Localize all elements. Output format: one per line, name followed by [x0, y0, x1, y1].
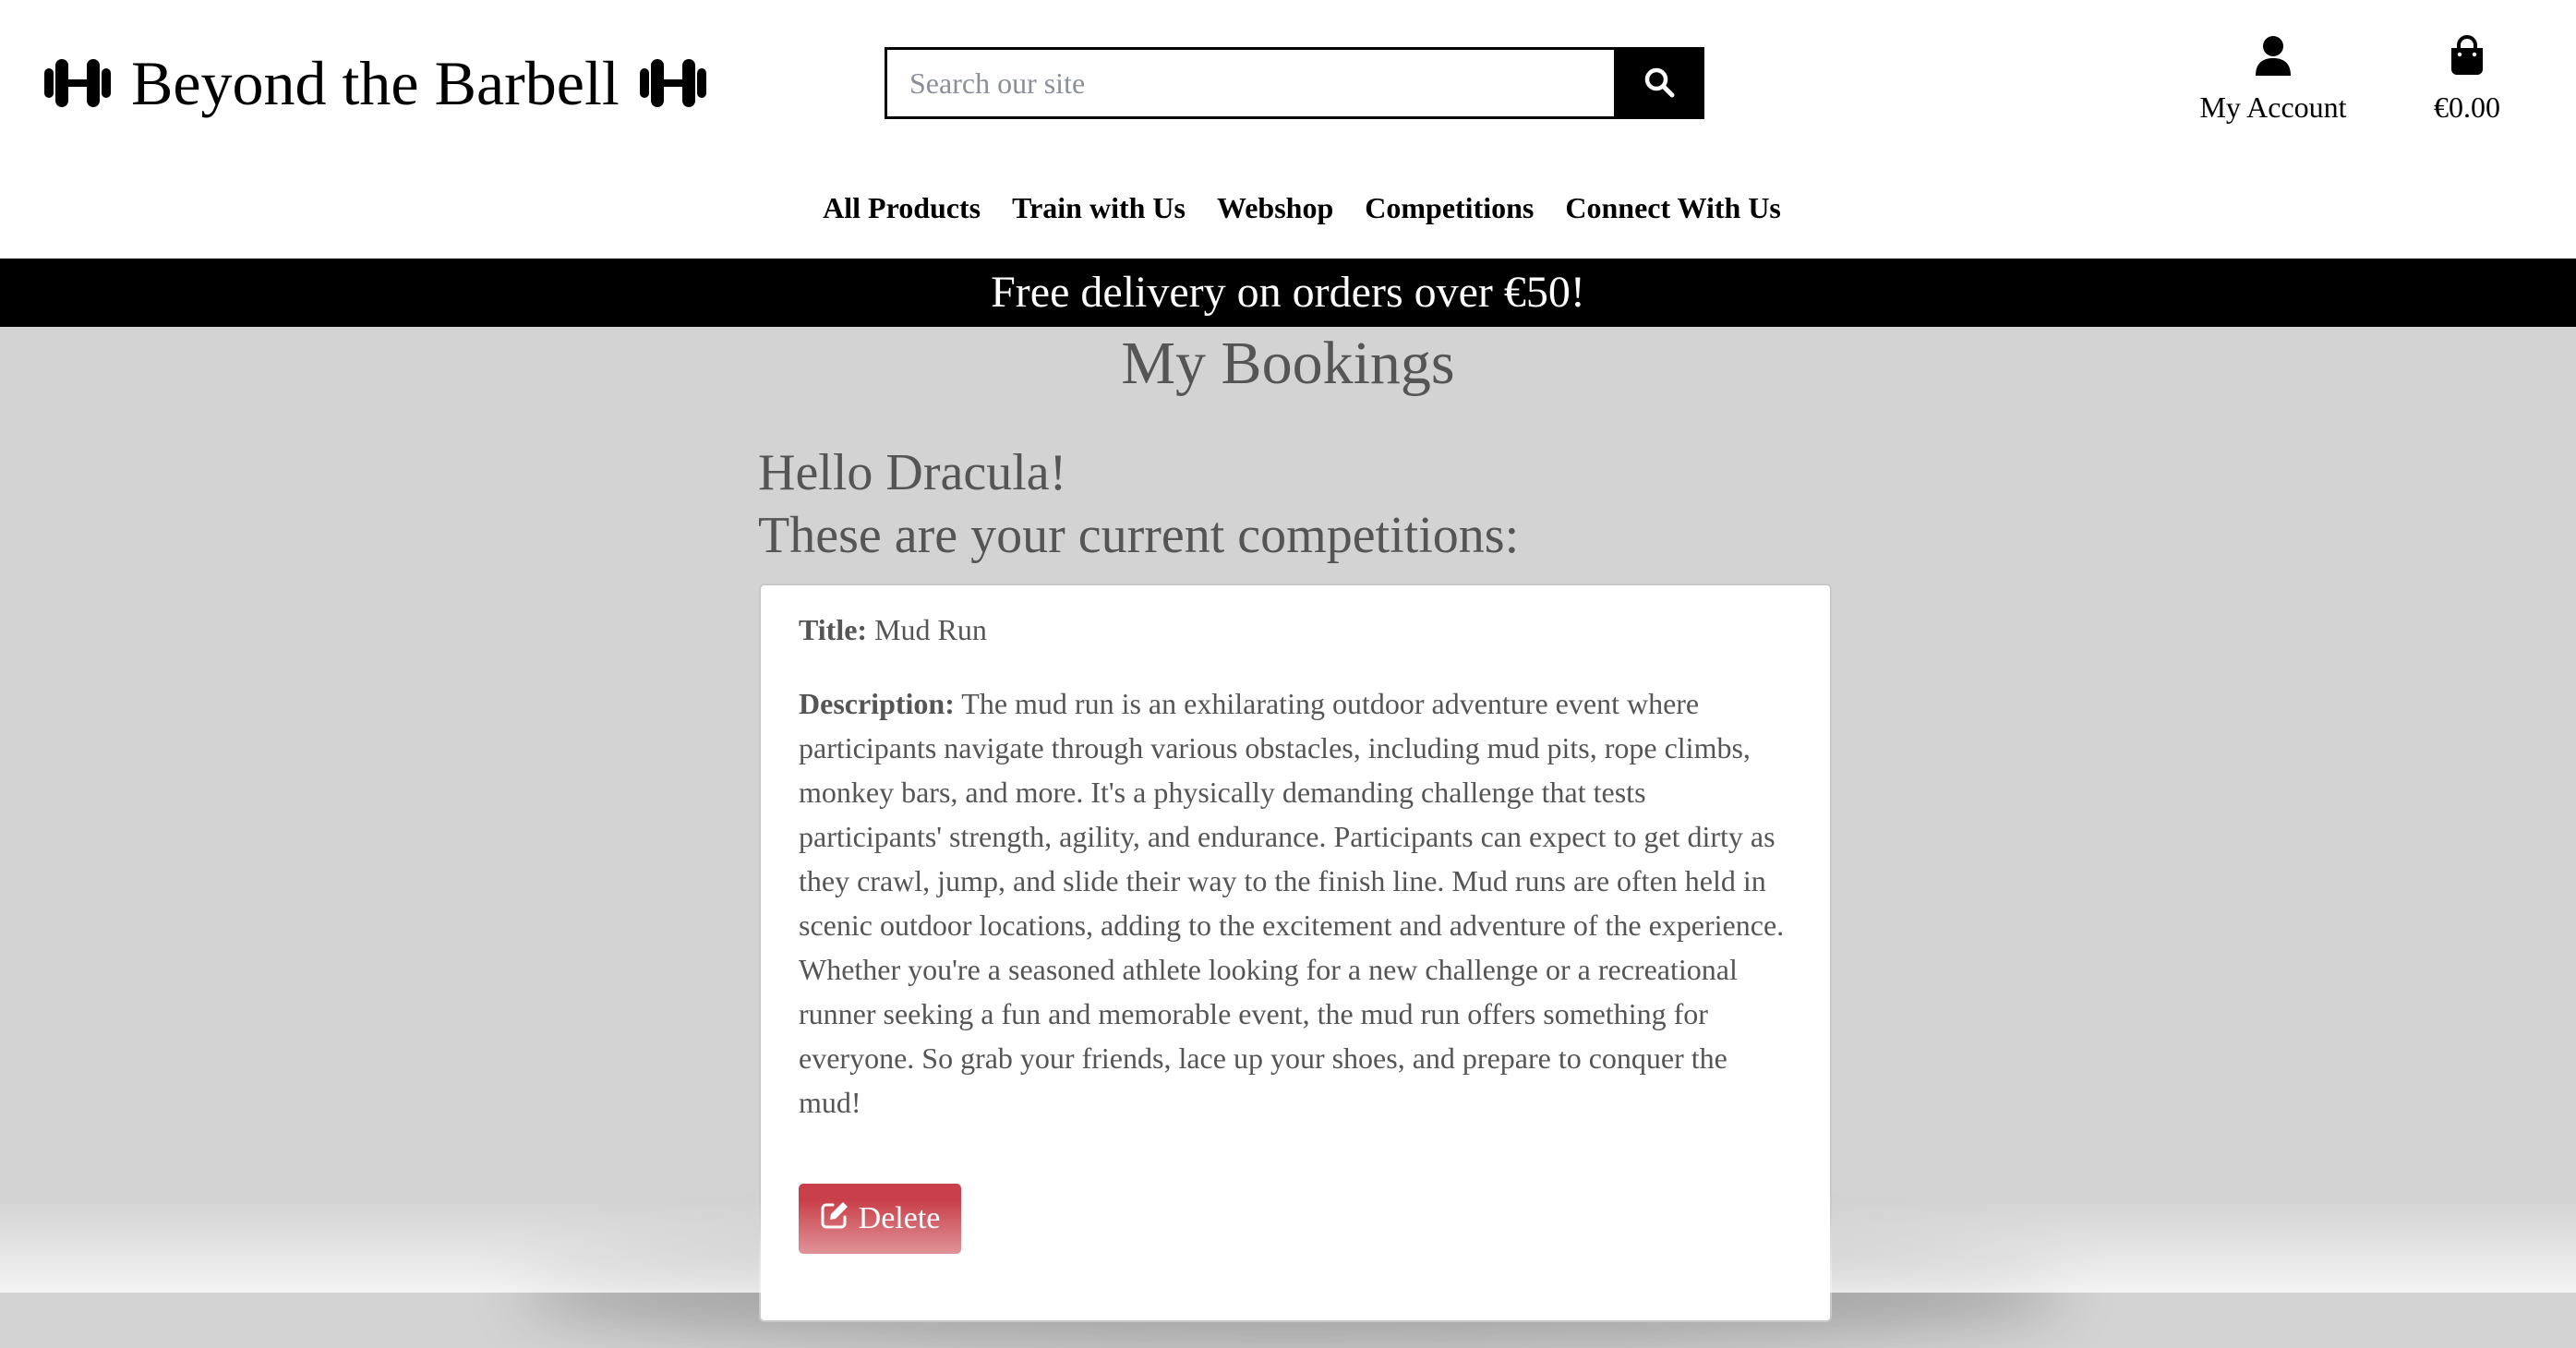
greeting-text: Hello Dracula!: [758, 444, 1067, 501]
greeting-heading: Hello Dracula! These are your current co…: [758, 441, 1958, 567]
search-icon: [1643, 66, 1676, 102]
nav-webshop[interactable]: Webshop: [1217, 185, 1333, 231]
nav-connect-with-us[interactable]: Connect With Us: [1565, 185, 1781, 231]
nav-all-products[interactable]: All Products: [823, 185, 981, 231]
edit-icon: [820, 1200, 849, 1238]
brand-name: Beyond the Barbell: [131, 48, 620, 118]
booking-title: Mud Run: [874, 613, 987, 646]
booking-card: Title: Mud Run Description: The mud run …: [759, 584, 1832, 1322]
booking-description: The mud run is an exhilarating outdoor a…: [799, 687, 1785, 1119]
search-form: [885, 47, 1704, 119]
description-label: Description:: [799, 687, 955, 720]
search-input[interactable]: [885, 47, 1614, 119]
cart-total: €0.00: [2434, 90, 2500, 124]
dumbbell-icon: [636, 55, 710, 111]
booking-title-row: Title: Mud Run: [799, 608, 1793, 652]
site-header: Beyond the Barbell Search our site My Ac…: [0, 0, 2576, 259]
delivery-banner: Free delivery on orders over €50!: [0, 259, 2576, 327]
main-nav: All Products Train with Us Webshop Compe…: [0, 185, 2576, 231]
search-button[interactable]: [1614, 47, 1704, 119]
title-label: Title:: [799, 613, 868, 646]
nav-train-with-us[interactable]: Train with Us: [1012, 185, 1186, 231]
my-account-label: My Account: [2199, 90, 2347, 124]
nav-competitions[interactable]: Competitions: [1365, 185, 1534, 231]
booking-description-row: Description: The mud run is an exhilarat…: [799, 681, 1793, 1125]
user-icon: [2255, 35, 2292, 80]
brand-logo[interactable]: Beyond the Barbell: [41, 44, 710, 122]
dumbbell-icon: [41, 55, 114, 111]
delete-label: Delete: [858, 1201, 941, 1235]
delete-button[interactable]: Delete: [799, 1184, 961, 1254]
shopping-bag-icon: [2449, 35, 2486, 80]
page-title: My Bookings: [1121, 330, 1455, 397]
my-account-link[interactable]: My Account: [2188, 35, 2358, 127]
cart-link[interactable]: €0.00: [2419, 35, 2515, 127]
competitions-subtitle: These are your current competitions:: [758, 507, 1520, 564]
